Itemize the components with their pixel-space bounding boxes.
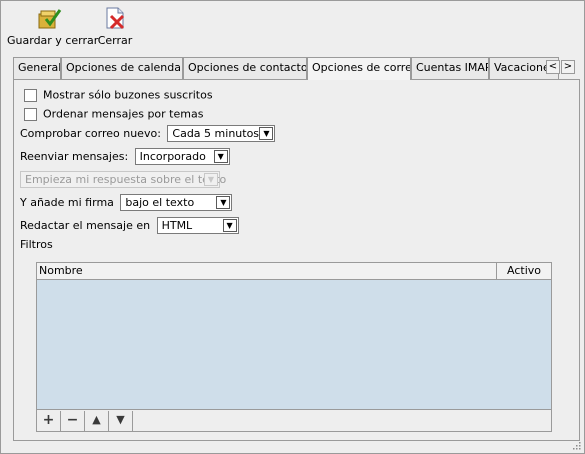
filters-table[interactable]: Nombre Activo <box>37 263 551 410</box>
signature-label: Y añade mi firma <box>20 196 114 209</box>
chevron-down-icon: ▼ <box>222 219 237 232</box>
chevron-left-icon: < <box>548 61 558 72</box>
thread-messages-checkbox[interactable] <box>24 107 37 121</box>
show-subscribed-row: Mostrar sólo buzones suscritos <box>24 88 213 102</box>
save-and-close-button[interactable]: Guardar y cerrar <box>7 5 99 47</box>
chevron-down-icon: ▼ <box>213 150 228 163</box>
chevron-down-icon: ▼ <box>259 127 274 140</box>
forward-label: Reenviar mensajes: <box>20 150 129 163</box>
filters-label: Filtros <box>20 238 53 251</box>
tab-label: Cuentas IMAP <box>416 61 489 74</box>
tab-label: Opciones de calendario <box>66 61 183 74</box>
reply-position-value: Empieza mi respuesta sobre el texto <box>25 173 227 186</box>
arrow-down-icon: ▼ <box>116 413 125 426</box>
forward-row: Reenviar mensajes: Incorporado ▼ <box>20 148 230 165</box>
minus-icon: − <box>66 412 79 428</box>
arrow-up-icon: ▲ <box>92 413 101 426</box>
forward-select[interactable]: Incorporado ▼ <box>134 148 230 165</box>
signature-value: bajo el texto <box>125 196 195 209</box>
check-mail-value: Cada 5 minutos <box>172 127 260 140</box>
signature-select[interactable]: bajo el texto ▼ <box>120 194 233 211</box>
move-filter-up-button[interactable]: ▲ <box>85 411 109 431</box>
move-filter-down-button[interactable]: ▼ <box>109 411 133 431</box>
reply-position-row: Empieza mi respuesta sobre el texto ▼ <box>20 171 226 188</box>
tab-label: General <box>18 61 61 74</box>
close-icon <box>106 7 125 30</box>
tab-scroll-right-button[interactable]: > <box>561 60 575 74</box>
check-mail-label: Comprobar correo nuevo: <box>20 127 161 140</box>
tab-label: Opciones de correo <box>312 61 411 74</box>
tab-general[interactable]: General <box>13 57 61 79</box>
check-mail-row: Comprobar correo nuevo: Cada 5 minutos ▼ <box>20 125 276 142</box>
close-button[interactable]: Cerrar <box>97 5 133 47</box>
show-subscribed-checkbox[interactable] <box>24 88 37 102</box>
column-header-name[interactable]: Nombre <box>37 263 497 279</box>
tab-bar: General Opciones de calendario Opciones … <box>13 57 579 80</box>
thread-messages-label: Ordenar mensajes por temas <box>43 107 204 121</box>
remove-filter-button[interactable]: − <box>61 411 85 431</box>
show-subscribed-label: Mostrar sólo buzones suscritos <box>43 88 213 102</box>
tab-imap-accounts[interactable]: Cuentas IMAP <box>411 57 489 79</box>
tab-calendar-options[interactable]: Opciones de calendario <box>61 57 183 79</box>
tab-scroll-left-button[interactable]: < <box>546 60 560 74</box>
tab-mail-options[interactable]: Opciones de correo <box>307 57 411 80</box>
chevron-right-icon: > <box>563 61 573 72</box>
signature-row: Y añade mi firma bajo el texto ▼ <box>20 194 233 211</box>
preferences-window: Guardar y cerrar Cerrar General Opciones… <box>0 0 585 454</box>
save-and-close-label: Guardar y cerrar <box>7 34 99 47</box>
compose-format-value: HTML <box>161 219 193 232</box>
filters-table-header: Nombre Activo <box>37 263 551 280</box>
thread-messages-row: Ordenar mensajes por temas <box>24 107 203 121</box>
resize-grip-icon[interactable] <box>571 440 581 450</box>
compose-format-row: Redactar el mensaje en HTML ▼ <box>20 217 239 234</box>
add-filter-button[interactable]: + <box>37 411 61 431</box>
chevron-down-icon: ▼ <box>216 196 231 209</box>
mail-options-panel: Mostrar sólo buzones suscritos Ordenar m… <box>13 79 580 441</box>
close-label: Cerrar <box>97 34 133 47</box>
save-and-close-icon <box>38 9 62 29</box>
tab-contact-options[interactable]: Opciones de contactos <box>183 57 307 79</box>
compose-format-label: Redactar el mensaje en <box>20 219 151 232</box>
chevron-down-icon: ▼ <box>204 173 218 186</box>
compose-format-select[interactable]: HTML ▼ <box>156 217 239 234</box>
column-header-active[interactable]: Activo <box>497 263 551 279</box>
tab-label: Opciones de contactos <box>188 61 307 74</box>
forward-value: Incorporado <box>139 150 206 163</box>
filters-box: Nombre Activo + − ▲ ▼ <box>36 262 552 432</box>
check-mail-select[interactable]: Cada 5 minutos ▼ <box>167 125 276 142</box>
reply-position-select: Empieza mi respuesta sobre el texto ▼ <box>20 171 226 188</box>
plus-icon: + <box>42 412 55 428</box>
